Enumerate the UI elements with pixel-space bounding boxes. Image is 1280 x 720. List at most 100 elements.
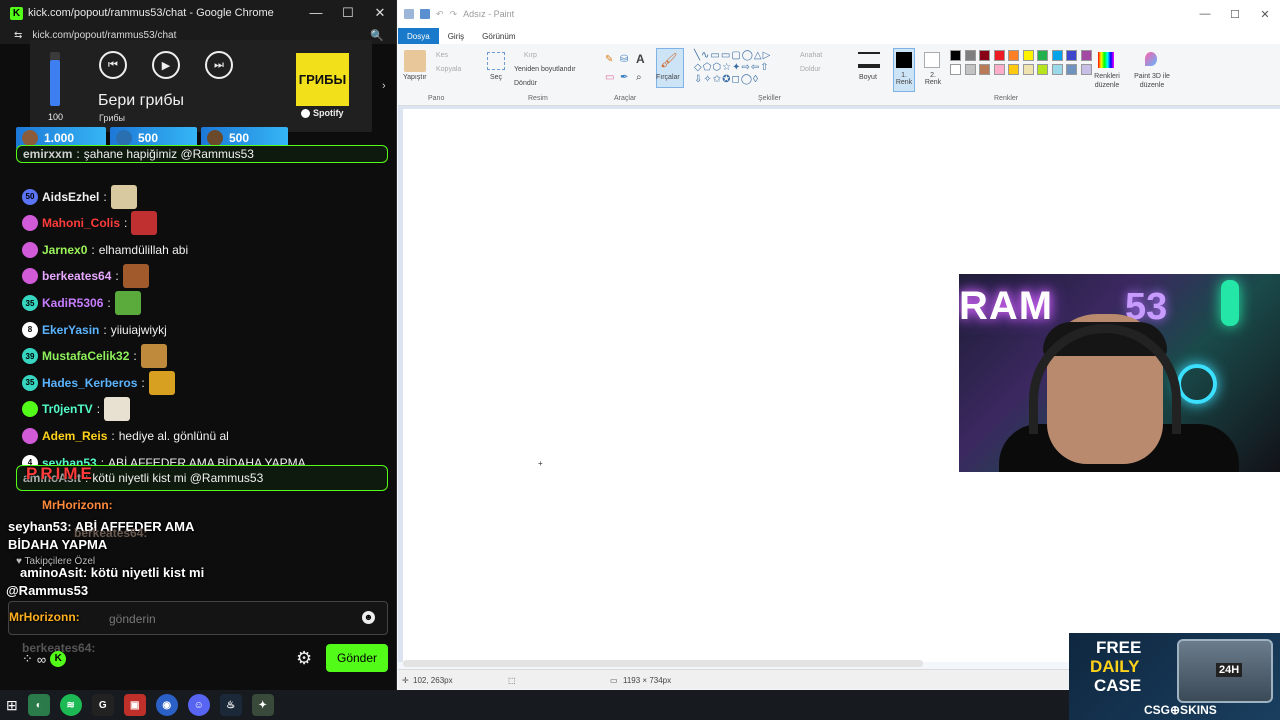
palette-swatch[interactable] — [964, 64, 976, 75]
chat-message[interactable]: Mahoni_Colis: — [16, 210, 388, 236]
close-button[interactable]: ✕ — [1250, 8, 1280, 21]
resize-button[interactable]: Yeniden boyutlandır — [514, 66, 576, 73]
crop-button[interactable]: Kırp — [524, 52, 537, 59]
voice-icon[interactable]: ▣ — [123, 694, 146, 716]
palette-swatch[interactable] — [950, 64, 961, 75]
chat-username[interactable]: emirxxm — [23, 147, 72, 161]
palette-swatch[interactable] — [1037, 64, 1048, 75]
palette-swatch[interactable] — [1022, 50, 1034, 61]
fill-button[interactable]: Doldur — [800, 66, 821, 73]
shapes-gallery[interactable]: ╲∿▭▭▢◯△▷ ◇⬠⬡☆✦⇨⇦⇧ ⇩✧✩✪◻◯◊ — [694, 50, 790, 86]
close-button[interactable]: ✕ — [364, 5, 396, 21]
minimize-button[interactable]: — — [300, 5, 332, 21]
pencil-icon[interactable]: ✎ — [605, 54, 613, 65]
save-icon[interactable] — [420, 9, 430, 19]
palette-swatch[interactable] — [1066, 64, 1077, 75]
chat-message[interactable]: 35 KadiR5306: — [16, 290, 388, 316]
chat-message[interactable]: Tr0jenTV: — [16, 396, 388, 422]
palette-swatch[interactable] — [1080, 64, 1092, 75]
tune-icon[interactable]: ⇆ — [14, 30, 22, 41]
play-button[interactable]: ▶ — [152, 51, 180, 79]
app2-icon[interactable]: ✦ — [251, 694, 274, 716]
palette-swatch[interactable] — [964, 50, 976, 61]
magnifier-icon[interactable]: ⌕ — [636, 72, 642, 83]
chat-username[interactable]: Tr0jenTV — [42, 402, 93, 416]
steam-icon[interactable]: ♨ — [219, 694, 242, 716]
edit-colors-button[interactable]: Renkleri düzenle — [1093, 72, 1121, 90]
chat-message[interactable]: 8 EkerYasin: yiiuiajwiykj — [16, 317, 388, 343]
palette-swatch[interactable] — [1051, 50, 1063, 61]
maximize-button[interactable]: ☐ — [332, 5, 364, 21]
horizontal-scrollbar[interactable] — [403, 660, 923, 667]
palette-swatch[interactable] — [1080, 50, 1092, 61]
palette-swatch[interactable] — [993, 50, 1005, 61]
chevron-right-icon[interactable]: › — [382, 80, 386, 92]
chat-message[interactable]: berkeates64: — [16, 263, 388, 289]
paint-title-bar[interactable]: ↶ ↷ Adsız - Paint — ☐ ✕ — [398, 0, 1280, 28]
chat-username[interactable]: EkerYasin — [42, 323, 99, 337]
outline-button[interactable]: Anahat — [800, 52, 822, 59]
chat-username[interactable]: KadiR5306 — [42, 296, 103, 310]
palette-swatch[interactable] — [993, 64, 1005, 75]
minimize-button[interactable]: — — [1190, 8, 1220, 21]
zoom-icon[interactable]: 🔍 — [370, 29, 384, 42]
chat-username[interactable]: Adem_Reis — [42, 429, 107, 443]
pinned-chat-message[interactable]: emirxxm: şahane hapiğimiz @Rammus53 — [16, 145, 388, 163]
undo-icon[interactable]: ↶ — [436, 9, 444, 20]
chat-message[interactable]: 50 AidsEzhel: — [16, 184, 388, 210]
paste-button[interactable]: Yapıştır — [403, 74, 427, 81]
chat-message[interactable]: Jarnex0: elhamdülillah abi — [16, 237, 388, 263]
discord-icon[interactable]: ☺ — [187, 694, 210, 716]
copy-button[interactable]: Kopyala — [436, 66, 461, 73]
size-button[interactable]: Boyut — [859, 74, 877, 81]
volume-bar[interactable] — [50, 52, 60, 106]
size-icon[interactable] — [858, 52, 880, 68]
cut-button[interactable]: Kes — [436, 52, 448, 59]
spotify-icon[interactable]: ≋ — [59, 694, 82, 716]
windows-icon[interactable]: ⊞ — [6, 697, 18, 714]
select-icon[interactable] — [487, 52, 505, 70]
eraser-icon[interactable]: ▭ — [605, 72, 614, 83]
paint3d-button[interactable]: Paint 3D ile düzenle — [1130, 72, 1174, 90]
rainbow-icon[interactable] — [1098, 52, 1114, 68]
rotate-button[interactable]: Döndür — [514, 80, 537, 87]
paint3d-icon[interactable] — [1145, 52, 1157, 66]
chat-message[interactable]: Adem_Reis: hediye al. gönlünü al — [16, 423, 388, 449]
chat-username[interactable]: Jarnex0 — [42, 243, 87, 257]
chat-username[interactable]: AidsEzhel — [42, 190, 99, 204]
game-icon[interactable]: G — [91, 694, 114, 716]
emoji-icon[interactable]: ☻ — [362, 611, 375, 624]
palette-swatch[interactable] — [979, 50, 990, 61]
paste-icon[interactable] — [404, 50, 426, 72]
infinity-icon[interactable]: ∞ — [37, 652, 46, 667]
color-picker-icon[interactable]: ✒ — [620, 72, 628, 83]
palette-swatch[interactable] — [1037, 50, 1048, 61]
previous-track-button[interactable]: ⏮ — [99, 51, 127, 79]
gear-icon[interactable]: ⚙ — [296, 648, 312, 669]
next-track-button[interactable]: ⏭ — [205, 51, 233, 79]
chat-message[interactable]: 39 MustafaCelik32: — [16, 343, 388, 369]
chrome-icon[interactable]: ◉ — [155, 694, 178, 716]
fill-icon[interactable]: ⛁ — [620, 54, 628, 65]
tab-view[interactable]: Görünüm — [473, 28, 524, 44]
dots-icon[interactable]: ⁘ — [22, 651, 33, 667]
chat-username[interactable]: Mahoni_Colis — [42, 216, 120, 230]
chat-input[interactable]: MrHorizonn: gönderin ☻ — [8, 601, 388, 635]
palette-swatch[interactable] — [1022, 64, 1034, 75]
palette-swatch[interactable] — [1066, 50, 1077, 61]
redo-icon[interactable]: ↷ — [450, 9, 458, 20]
chrome-title-bar[interactable]: K kick.com/popout/rammus53/chat - Google… — [0, 0, 396, 26]
palette-swatch[interactable] — [1008, 64, 1019, 75]
palette-swatch[interactable] — [979, 64, 990, 75]
text-icon[interactable]: A — [636, 52, 645, 66]
palette-swatch[interactable] — [1008, 50, 1019, 61]
chat-username[interactable]: MustafaCelik32 — [42, 349, 129, 363]
chat-username[interactable]: berkeates64 — [42, 269, 111, 283]
select-button[interactable]: Seç — [490, 74, 502, 81]
csgoskins-ad[interactable]: 24H FREE DAILY CASE CSG⊕SKINS — [1069, 633, 1280, 720]
palette-swatch[interactable] — [1051, 64, 1063, 75]
tab-file[interactable]: Dosya — [398, 28, 439, 44]
maximize-button[interactable]: ☐ — [1220, 8, 1250, 21]
color2-label[interactable]: 2. Renk — [924, 72, 942, 86]
send-button[interactable]: Gönder — [326, 644, 388, 672]
